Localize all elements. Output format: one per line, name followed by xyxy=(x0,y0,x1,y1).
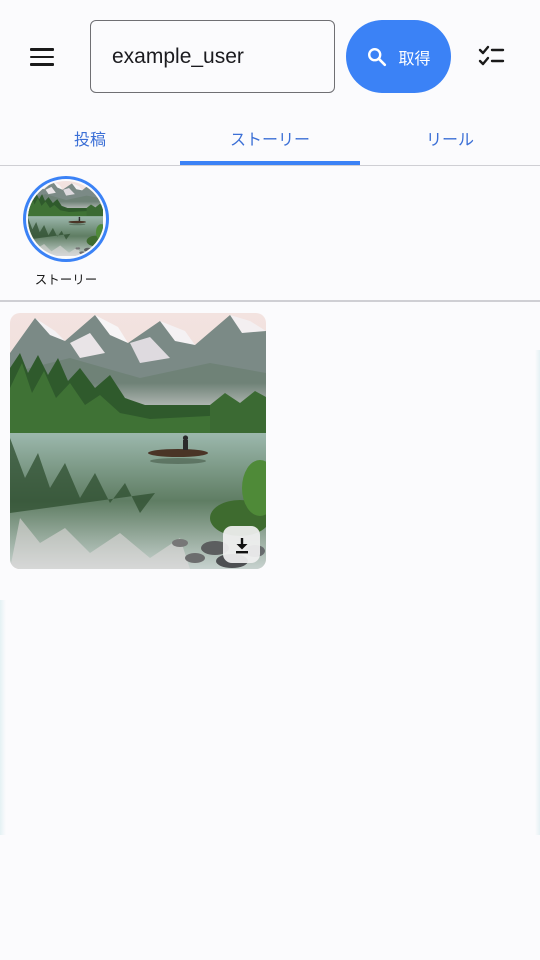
search-icon xyxy=(368,47,387,66)
tab-bar: 投稿 ストーリー リール xyxy=(0,110,540,166)
highlight-label: ストーリー xyxy=(34,272,98,287)
tab-reels[interactable]: リール xyxy=(360,110,540,165)
fetch-button-label: 取得 xyxy=(398,48,431,68)
highlight-thumbnail xyxy=(28,181,104,257)
scroll-edge-right xyxy=(535,350,540,835)
story-highlight[interactable]: ストーリー xyxy=(18,176,114,288)
bottom-empty-area xyxy=(0,835,540,960)
username-field-container[interactable] xyxy=(90,20,335,93)
tab-posts[interactable]: 投稿 xyxy=(0,110,180,165)
download-icon[interactable] xyxy=(223,526,260,563)
fetch-button[interactable]: 取得 xyxy=(346,20,451,93)
highlight-ring xyxy=(23,176,109,262)
tab-stories[interactable]: ストーリー xyxy=(180,110,360,165)
username-input[interactable] xyxy=(112,44,322,69)
active-tab-indicator xyxy=(180,161,360,165)
checklist-icon[interactable] xyxy=(476,42,508,70)
scroll-edge-left xyxy=(0,600,6,835)
hamburger-menu-icon[interactable] xyxy=(30,42,66,72)
app-root: 取得 投稿 ストーリー リール ストーリー xyxy=(0,0,540,960)
